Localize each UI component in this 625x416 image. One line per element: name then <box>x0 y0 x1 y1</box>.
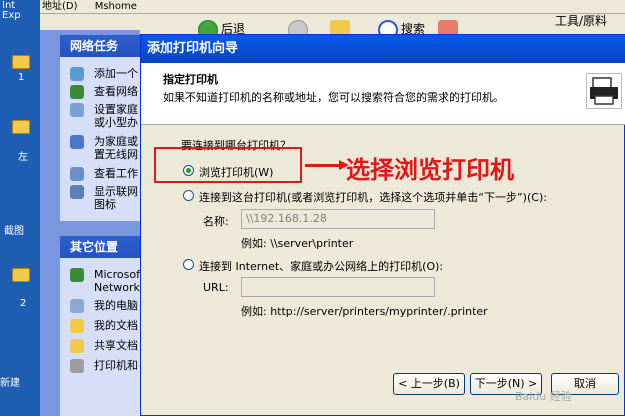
network-tasks-header[interactable]: 网络任务 <box>60 35 140 57</box>
watermark: Baidu 经验 <box>515 390 572 403</box>
address-bar[interactable]: 地址(D) Mshome <box>40 0 625 14</box>
network-tasks-panel: 网络任务 添加一个 查看网络 设置家庭 或小型办 为家庭或 置无线网 查看工作 … <box>60 35 140 221</box>
place-link[interactable]: Network <box>94 281 140 294</box>
connect-printer-radio[interactable] <box>183 190 194 201</box>
address-value: Mshome <box>94 1 137 12</box>
desktop-label: 1 <box>18 72 25 83</box>
place-link[interactable]: 我的电脑 <box>94 299 138 312</box>
task-link[interactable]: 添加一个 <box>94 67 138 80</box>
connect-printer-label[interactable]: 连接到这台打印机(或者浏览打印机，选择这个选项并单击“下一步”)(C): <box>199 189 547 205</box>
task-pane: 网络任务 添加一个 查看网络 设置家庭 或小型办 为家庭或 置无线网 查看工作 … <box>40 30 144 416</box>
task-link[interactable]: 设置家庭 <box>94 103 138 116</box>
shared-folder-icon <box>70 339 84 353</box>
place-link[interactable]: 打印机和 <box>94 359 138 372</box>
task-link[interactable]: 显示联网 <box>94 185 138 198</box>
name-label: 名称: <box>203 215 229 228</box>
desktop-label: Exp <box>2 10 21 21</box>
network-device-icon <box>70 185 84 199</box>
name-example: 例如: \\server\printer <box>241 237 354 250</box>
desktop-label: 截图 <box>4 226 24 237</box>
home-network-icon <box>70 103 84 117</box>
network-add-icon <box>70 67 84 81</box>
printer-icon <box>586 73 622 109</box>
place-link[interactable]: 我的文档 <box>94 319 138 332</box>
url-example: 例如: http://server/printers/myprinter/.pr… <box>241 305 488 318</box>
task-link[interactable]: 查看网络 <box>94 85 138 98</box>
wizard-banner: 指定打印机 如果不知道打印机的名称或地址，您可以搜索符合您的需求的打印机。 <box>141 63 625 125</box>
workgroup-icon <box>70 167 84 181</box>
documents-icon <box>70 319 84 333</box>
place-link[interactable]: Microsoft <box>94 268 144 281</box>
task-link[interactable]: 为家庭或 <box>94 135 138 148</box>
wireless-icon <box>70 135 84 149</box>
printer-name-field[interactable]: \\192.168.1.28 <box>241 209 435 229</box>
wizard-title[interactable]: 添加打印机向导 <box>141 35 625 63</box>
desktop: Int Exp 1 左 截图 2 新建 <box>0 0 40 416</box>
task-link[interactable]: 图标 <box>94 198 116 211</box>
annotation-text: 选择浏览打印机 <box>346 156 514 184</box>
globe-icon <box>70 85 84 99</box>
printer-small-icon <box>70 359 84 373</box>
address-label: 地址(D) <box>42 1 78 12</box>
desktop-label: 2 <box>20 298 27 309</box>
task-link[interactable]: 查看工作 <box>94 167 138 180</box>
other-places-panel: 其它位置 Microsoft Network 我的电脑 我的文档 共享文档 打印… <box>60 236 144 416</box>
desktop-label: 左 <box>18 152 28 163</box>
desktop-label: 新建 <box>0 378 20 389</box>
annotation-arrow-icon <box>305 160 349 170</box>
folder-icon[interactable] <box>12 268 30 282</box>
computer-icon <box>70 299 84 313</box>
banner-subtitle: 如果不知道打印机的名称或地址，您可以搜索符合您的需求的打印机。 <box>163 91 504 104</box>
menu-item-tools[interactable]: 工具/原料 <box>555 14 625 28</box>
other-places-header[interactable]: 其它位置 <box>60 236 140 258</box>
browse-printer-label[interactable]: 浏览打印机(W) <box>199 164 273 180</box>
network-globe-icon <box>70 268 84 282</box>
browse-printer-radio[interactable] <box>183 165 194 176</box>
internet-printer-radio[interactable] <box>183 259 194 270</box>
internet-printer-label[interactable]: 连接到 Internet、家庭或办公网络上的打印机(O): <box>199 258 443 274</box>
task-link[interactable]: 或小型办 <box>94 116 138 129</box>
banner-title: 指定打印机 <box>163 73 218 86</box>
url-label: URL: <box>203 281 229 294</box>
back-step-button[interactable]: < 上一步(B) <box>393 373 465 395</box>
folder-icon[interactable] <box>12 55 30 69</box>
url-field[interactable] <box>241 277 435 297</box>
add-printer-wizard: 添加打印机向导 指定打印机 如果不知道打印机的名称或地址，您可以搜索符合您的需求… <box>140 34 625 416</box>
place-link[interactable]: 共享文档 <box>94 339 138 352</box>
folder-icon[interactable] <box>12 120 30 134</box>
task-link[interactable]: 置无线网 <box>94 148 138 161</box>
